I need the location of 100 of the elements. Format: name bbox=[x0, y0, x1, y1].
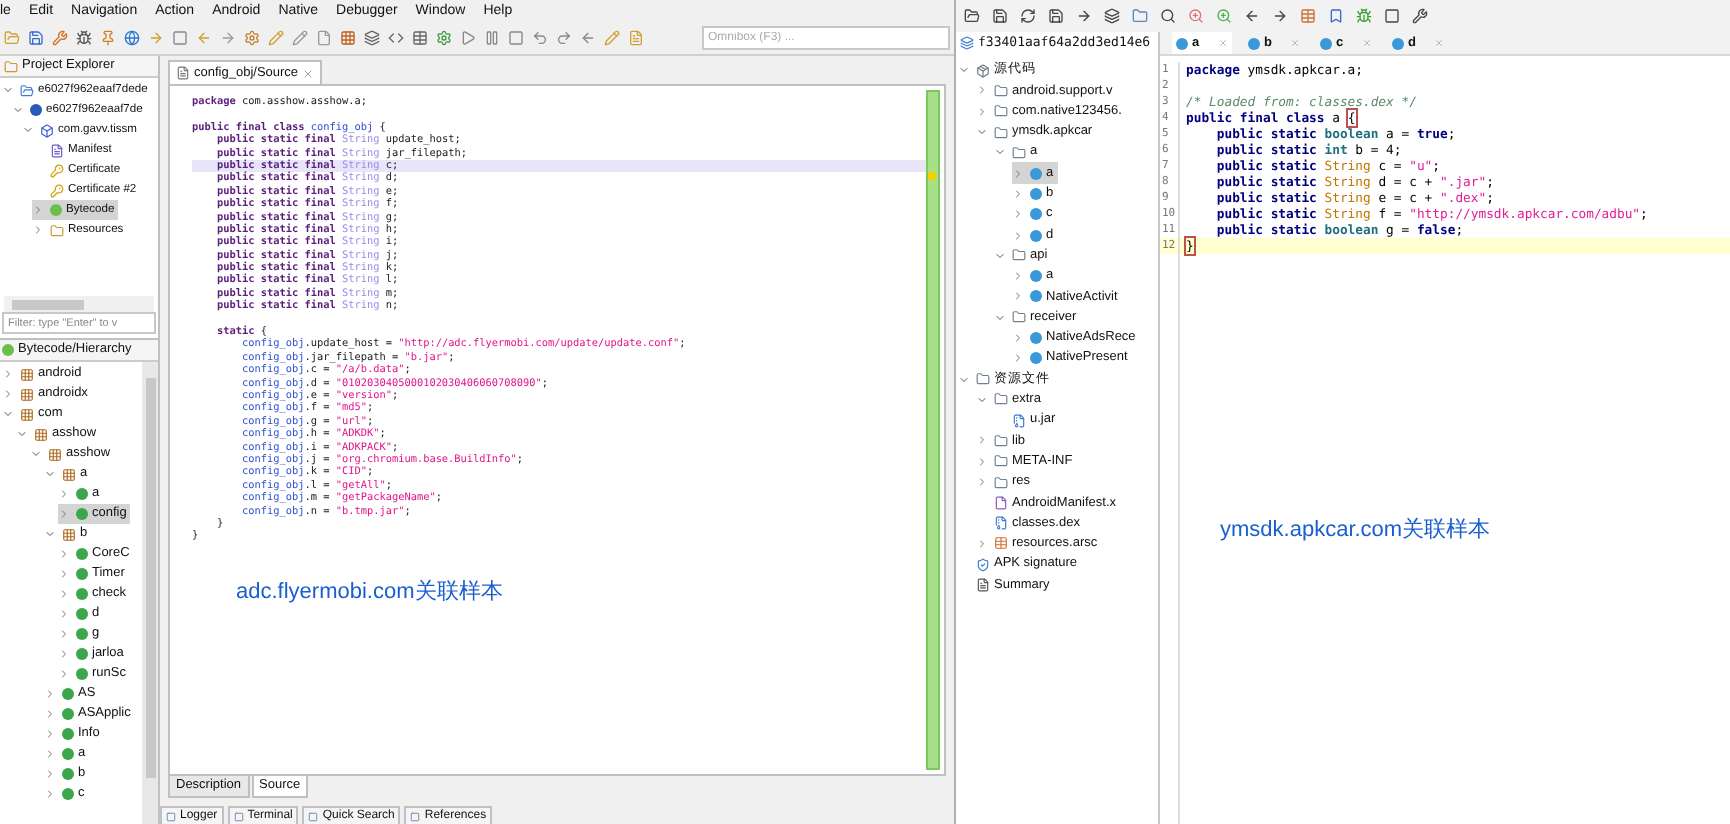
document-icon[interactable] bbox=[628, 29, 644, 45]
undo-icon[interactable] bbox=[532, 29, 548, 45]
document-icon bbox=[176, 66, 190, 80]
caption-text: adc.flyermobi.com关联样本 bbox=[236, 577, 505, 608]
box-icon bbox=[40, 123, 54, 137]
chevron-right-icon[interactable] bbox=[58, 668, 70, 680]
chevron-right-icon[interactable] bbox=[32, 224, 44, 236]
vertical-scrollbar[interactable] bbox=[142, 362, 158, 824]
save-icon[interactable] bbox=[1048, 8, 1064, 24]
zoom-icon[interactable] bbox=[1188, 8, 1204, 24]
table-icon[interactable] bbox=[412, 29, 428, 45]
chevron-down-icon[interactable] bbox=[976, 393, 988, 406]
stop-icon[interactable] bbox=[1384, 8, 1400, 24]
chevron-down-icon[interactable] bbox=[994, 311, 1006, 324]
chevron-right-icon[interactable] bbox=[1012, 270, 1024, 283]
chevron-right-icon[interactable] bbox=[32, 204, 44, 216]
wrench-icon[interactable] bbox=[1412, 8, 1428, 24]
chevron-right-icon[interactable] bbox=[976, 476, 988, 489]
folder-icon bbox=[50, 223, 64, 237]
chevron-right-icon[interactable] bbox=[2, 368, 14, 380]
play-icon[interactable] bbox=[460, 29, 476, 45]
file-icon[interactable] bbox=[316, 29, 332, 45]
chevron-right-icon[interactable] bbox=[976, 84, 988, 97]
chevron-right-icon[interactable] bbox=[2, 388, 14, 400]
chevron-down-icon[interactable] bbox=[16, 428, 28, 440]
chevron-right-icon[interactable] bbox=[44, 748, 56, 760]
folder-icon[interactable] bbox=[964, 8, 980, 24]
horizontal-scrollbar[interactable] bbox=[4, 296, 154, 312]
stop-icon[interactable] bbox=[508, 29, 524, 45]
chevron-right-icon[interactable] bbox=[1012, 208, 1024, 221]
folder-icon bbox=[976, 372, 990, 387]
close-icon[interactable] bbox=[302, 67, 315, 79]
chevron-right-icon[interactable] bbox=[976, 537, 988, 550]
chevron-right-icon[interactable] bbox=[44, 728, 56, 740]
chevron-right-icon[interactable] bbox=[58, 648, 70, 660]
chevron-right-icon[interactable] bbox=[58, 568, 70, 580]
chevron-down-icon[interactable] bbox=[12, 104, 24, 116]
chevron-right-icon[interactable] bbox=[1012, 332, 1024, 344]
chevron-right-icon[interactable] bbox=[44, 688, 56, 700]
search-icon[interactable] bbox=[1160, 8, 1176, 24]
grid-icon bbox=[34, 427, 48, 441]
chevron-down-icon[interactable] bbox=[2, 408, 14, 420]
chevron-down-icon[interactable] bbox=[958, 64, 970, 77]
layers-icon bbox=[960, 36, 974, 50]
pencil-icon[interactable] bbox=[604, 29, 620, 45]
chevron-right-icon[interactable] bbox=[44, 708, 56, 720]
chevron-right-icon[interactable] bbox=[58, 588, 70, 600]
bookmark-icon[interactable] bbox=[1328, 8, 1344, 24]
code-icon[interactable] bbox=[388, 29, 404, 45]
table-icon bbox=[994, 536, 1008, 551]
archive-icon bbox=[1012, 413, 1026, 428]
zoom-icon[interactable] bbox=[1216, 8, 1232, 24]
arrow-left-icon[interactable] bbox=[1244, 8, 1260, 24]
bug-icon[interactable] bbox=[76, 29, 92, 45]
arrow-right-icon[interactable] bbox=[1272, 8, 1288, 24]
chevron-down-icon[interactable] bbox=[2, 84, 14, 96]
chevron-right-icon[interactable] bbox=[58, 628, 70, 640]
redo-icon[interactable] bbox=[556, 29, 572, 45]
chevron-right-icon[interactable] bbox=[44, 788, 56, 800]
pin-icon[interactable] bbox=[100, 29, 116, 45]
chevron-right-icon[interactable] bbox=[44, 768, 56, 780]
folder-icon bbox=[994, 83, 1008, 98]
settings-icon[interactable] bbox=[436, 29, 452, 45]
globe-icon[interactable] bbox=[124, 29, 140, 45]
chevron-down-icon[interactable] bbox=[994, 249, 1006, 262]
layers-icon[interactable] bbox=[1104, 8, 1120, 24]
square-icon[interactable] bbox=[172, 29, 188, 45]
chevron-right-icon[interactable] bbox=[1012, 290, 1024, 303]
chevron-right-icon[interactable] bbox=[976, 434, 988, 447]
chevron-right-icon[interactable] bbox=[1012, 229, 1024, 242]
table-icon[interactable] bbox=[1300, 8, 1316, 24]
pause-icon[interactable] bbox=[484, 29, 500, 45]
grid-icon[interactable] bbox=[340, 29, 356, 45]
chevron-right-icon[interactable] bbox=[58, 548, 70, 560]
settings-icon[interactable] bbox=[244, 29, 260, 45]
save-icon[interactable] bbox=[28, 29, 44, 45]
chevron-down-icon[interactable] bbox=[44, 468, 56, 480]
chevron-right-icon[interactable] bbox=[976, 105, 988, 118]
pencil-icon[interactable] bbox=[268, 29, 284, 45]
chevron-right-icon[interactable] bbox=[1012, 167, 1024, 180]
chevron-down-icon[interactable] bbox=[994, 146, 1006, 159]
chevron-right-icon[interactable] bbox=[58, 508, 70, 520]
chevron-right-icon[interactable] bbox=[58, 488, 70, 500]
pencil-icon[interactable] bbox=[292, 29, 308, 45]
folder-icon bbox=[1012, 248, 1026, 263]
chevron-right-icon[interactable] bbox=[976, 455, 988, 468]
chevron-down-icon[interactable] bbox=[30, 448, 42, 460]
chevron-right-icon[interactable] bbox=[1012, 187, 1024, 200]
marker-icon bbox=[928, 172, 936, 180]
save-icon[interactable] bbox=[992, 8, 1008, 24]
refresh-icon[interactable] bbox=[1020, 8, 1036, 24]
chevron-down-icon[interactable] bbox=[958, 373, 970, 386]
chevron-down-icon[interactable] bbox=[44, 528, 56, 540]
chevron-down-icon[interactable] bbox=[22, 124, 34, 136]
chevron-right-icon[interactable] bbox=[1012, 352, 1024, 365]
archive-icon bbox=[994, 516, 1008, 531]
chevron-down-icon[interactable] bbox=[976, 126, 988, 139]
layers-icon[interactable] bbox=[364, 29, 380, 45]
chevron-right-icon[interactable] bbox=[58, 608, 70, 620]
bug-icon[interactable] bbox=[1356, 8, 1372, 24]
